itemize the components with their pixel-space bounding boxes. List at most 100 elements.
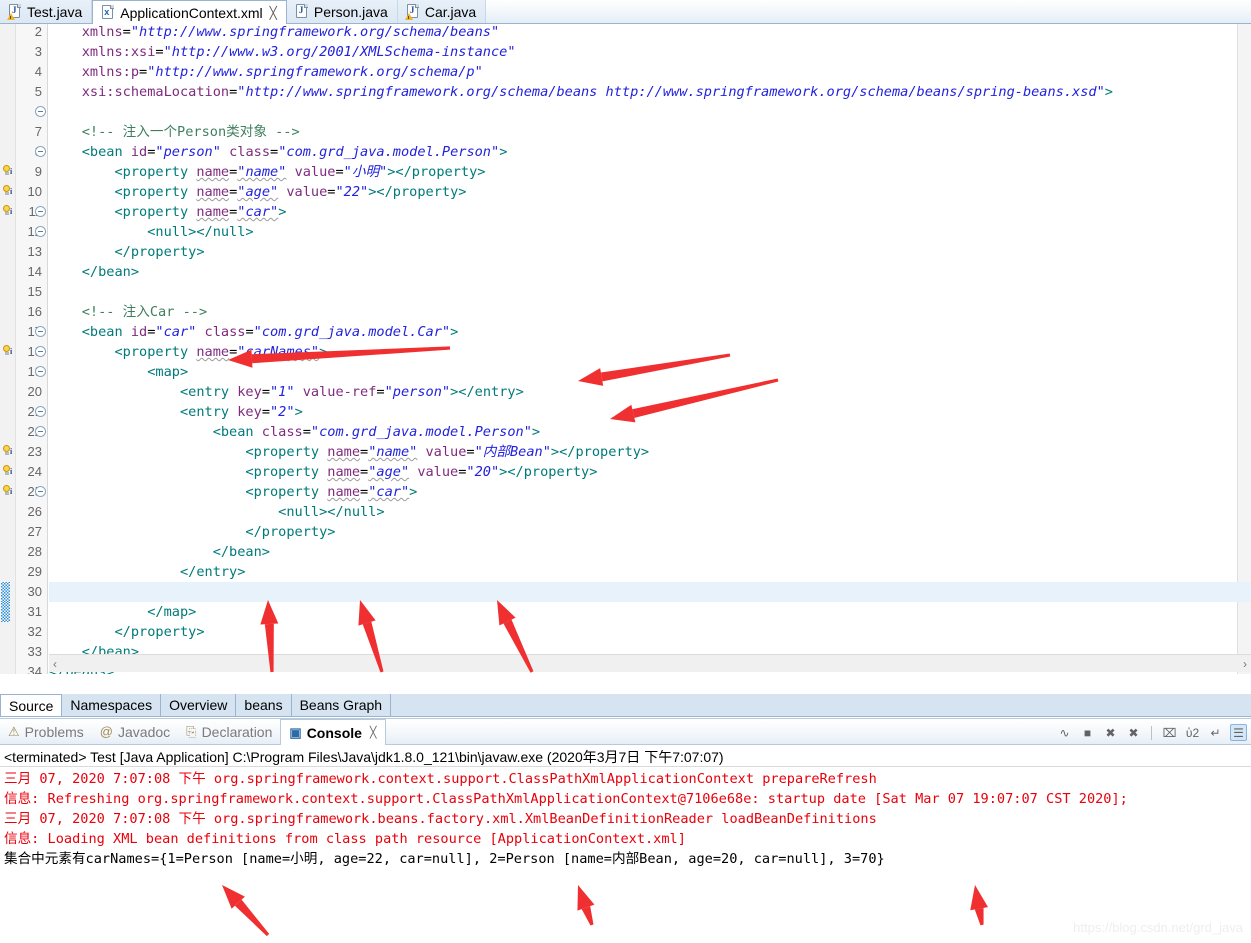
code-token-punct [295,384,303,400]
editor-annotation-gutter[interactable]: iiiiiii [0,24,16,674]
code-token-str: "2" [270,404,295,420]
fold-toggle-icon[interactable] [35,106,46,117]
scroll-left-arrow[interactable]: ‹ [53,657,57,671]
console-icon: ▣ [289,724,302,740]
pin-console-icon[interactable]: ↵ [1207,724,1224,741]
source-tab-beans[interactable]: beans [236,694,292,716]
code-line: <bean class="com.grd_java.model.Person"> [49,422,540,442]
source-tab-beans-graph[interactable]: Beans Graph [291,694,392,716]
code-token-str: "carNames" [237,344,320,360]
editor-tab-label: Car.java [424,3,477,20]
code-line: <property name="name" value="内部Bean"></p… [49,442,649,462]
console-line: 三月 07, 2020 7:07:08 下午 org.springframewo… [4,771,877,787]
code-line: xmlns:xsi="http://www.w3.org/2001/XMLSch… [49,42,516,62]
code-token-tag: <map> [147,364,189,380]
code-token-attr: xmlns [81,24,123,40]
code-token-attr: value-ref [302,384,377,400]
editor-code-area[interactable]: xmlns="http://www.springframework.org/sc… [49,24,1251,674]
code-token-tag: <property [245,464,328,480]
quickfix-bulb-icon[interactable]: i [1,185,15,199]
editor-overview-ruler[interactable] [1237,24,1251,674]
code-token-punct: = [360,444,369,460]
clear-console-icon[interactable]: ⌧ [1161,724,1178,741]
code-token-str: "1" [270,384,295,400]
remove-all-terminated-icon[interactable]: ✖ [1125,724,1142,741]
code-line: </property> [49,242,204,262]
view-tab-javadoc[interactable]: @ Javadoc [92,719,178,744]
stop-icon[interactable]: ■ [1079,724,1096,741]
code-token-tag: <property [245,484,328,500]
console-panel: ⚠ Problems @ Javadoc ⎘ Declaration ▣ Console ╳ ∿… [0,718,1251,943]
fold-toggle-icon[interactable] [35,486,46,497]
quickfix-bulb-icon[interactable]: i [1,345,15,359]
code-token-str: "20" [466,464,500,480]
code-line: </property> [49,622,204,642]
source-tab-source[interactable]: Source [0,694,63,716]
code-token-punct: = [122,24,131,40]
code-token-tag: <entry [179,404,238,420]
view-tab-label: Console [306,724,362,741]
fold-toggle-icon[interactable] [35,326,46,337]
fold-toggle-icon[interactable] [35,206,46,217]
code-token-tag: <bean [81,144,131,160]
code-token-attr: name [327,464,361,480]
code-line: </entry> [49,562,245,582]
editor-tab-applicationcontext-xml[interactable]: x ApplicationContext.xml ╳ [92,0,287,24]
console-output[interactable]: 三月 07, 2020 7:07:08 下午 org.springframewo… [4,769,1251,943]
code-token-punct [221,144,229,160]
editor-tab-person-java[interactable]: J Person.java [286,0,398,23]
fold-toggle-icon[interactable] [35,406,46,417]
quickfix-bulb-icon[interactable]: i [1,465,15,479]
fold-toggle-icon[interactable] [35,426,46,437]
fold-toggle-icon[interactable] [35,346,46,357]
close-icon[interactable]: ╳ [370,726,377,739]
editor-tab-bar: J Test.java x ApplicationContext.xml ╳ J Perso… [0,0,1251,24]
fold-toggle-icon[interactable] [35,146,46,157]
eclipse-ide-window: J Test.java x ApplicationContext.xml ╳ J Perso… [0,0,1251,943]
watermark: https://blog.csdn.net/grd_java [1073,920,1243,935]
console-line: 集合中元素有carNames={1=Person [name=小明, age=2… [4,851,885,867]
editor-tab-test-java[interactable]: J Test.java [0,0,93,23]
remove-launch-icon[interactable]: ✖ [1102,724,1119,741]
view-tab-problems[interactable]: ⚠ Problems [0,719,92,744]
code-line: <property name="age" value="20"></proper… [49,462,597,482]
scroll-right-arrow[interactable]: › [1243,657,1247,671]
xml-editor[interactable]: 2345678910111213141516171819202122232425… [0,24,1251,674]
source-tab-namespaces[interactable]: Namespaces [62,694,162,716]
java-file-warning-icon: J [7,4,22,20]
highlighted-line [49,582,1251,602]
close-icon[interactable]: ╳ [270,6,277,20]
code-line: <entry key="1" value-ref="person"></entr… [49,382,524,402]
fold-toggle-icon[interactable] [35,366,46,377]
view-tab-declaration[interactable]: ⎘ Declaration [178,719,280,744]
source-tab-bar: Source Namespaces Overview beans Beans Graph [0,694,1251,717]
terminate-all-icon[interactable]: ∿ [1056,724,1073,741]
code-token-punct [417,444,425,460]
code-token-attr: class [204,324,246,340]
quickfix-bulb-icon[interactable]: i [1,445,15,459]
code-token-tag: <property [114,184,197,200]
code-token-str: "name" [237,164,287,180]
source-tab-filler [391,694,1251,716]
code-token-attr: xmlns:xsi [81,44,156,60]
quickfix-bulb-icon[interactable]: i [1,485,15,499]
editor-tab-car-java[interactable]: J Car.java [397,0,487,23]
editor-horizontal-scrollbar[interactable]: ‹ › [49,654,1251,672]
code-line: <!-- 注入Car --> [49,302,207,322]
quickfix-bulb-icon[interactable]: i [1,165,15,179]
code-token-attr: value [294,164,336,180]
change-bar [1,602,10,622]
display-selected-console-icon[interactable]: ☰ [1230,724,1247,741]
source-tab-overview[interactable]: Overview [161,694,237,716]
scroll-lock-icon[interactable]: ὑ2 [1184,724,1201,741]
fold-toggle-icon[interactable] [35,226,46,237]
view-tab-console[interactable]: ▣ Console ╳ [280,719,386,745]
code-token-punct: = [466,444,475,460]
quickfix-bulb-icon[interactable]: i [1,205,15,219]
